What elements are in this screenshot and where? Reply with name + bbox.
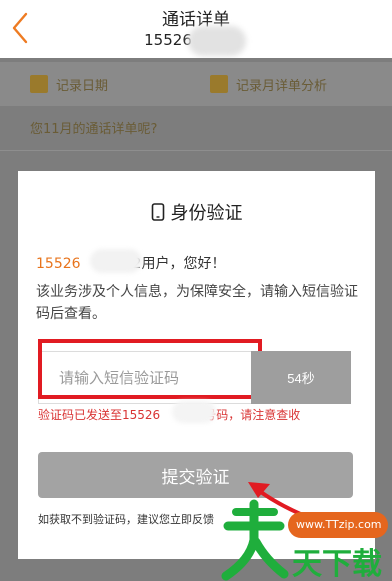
page-title: 通话详单 [162, 10, 230, 30]
sms-code-field[interactable] [38, 351, 260, 404]
background-tab-right: 记录月详单分析 [210, 72, 327, 96]
redaction-blur [188, 26, 246, 56]
chart-icon [210, 75, 228, 93]
resend-countdown-button[interactable]: 54秒 [251, 351, 351, 404]
phone-icon [151, 203, 164, 221]
greeting-phone: 15526 [36, 256, 81, 272]
watermark-logo: 天下载 [221, 499, 382, 581]
code-sent-suffix: 号码，请注意查收 [204, 408, 301, 422]
security-notice: 该业务涉及个人信息，为保障安全，请输入短信验证码后查看。 [36, 284, 358, 322]
background-tab-left-label: 记录日期 [56, 78, 109, 94]
sms-code-input[interactable] [39, 352, 259, 403]
top-bar: 通话详单 15526 [0, 0, 392, 58]
redaction-blur [172, 401, 216, 423]
background-link: 您11月的通话详单呢? [30, 122, 158, 137]
dialog-header: 身份验证 [18, 199, 375, 225]
calendar-icon [30, 75, 48, 93]
greeting-text: 2用户，您好！ [132, 256, 226, 272]
code-sent-text: 验证码已发送至15526 [38, 408, 161, 422]
dialog-title: 身份验证 [170, 203, 243, 224]
svg-text:天下载: 天下载 [292, 547, 382, 581]
background-tab-left: 记录日期 [30, 72, 108, 96]
redaction-blur [90, 249, 142, 273]
background-tab-right-label: 记录月详单分析 [236, 78, 328, 94]
divider [0, 150, 392, 151]
help-footnote: 如获取不到验证码，建议您立即反馈 [38, 513, 214, 526]
code-sent-message: 验证码已发送至15526 号码，请注意查收 [38, 406, 300, 423]
